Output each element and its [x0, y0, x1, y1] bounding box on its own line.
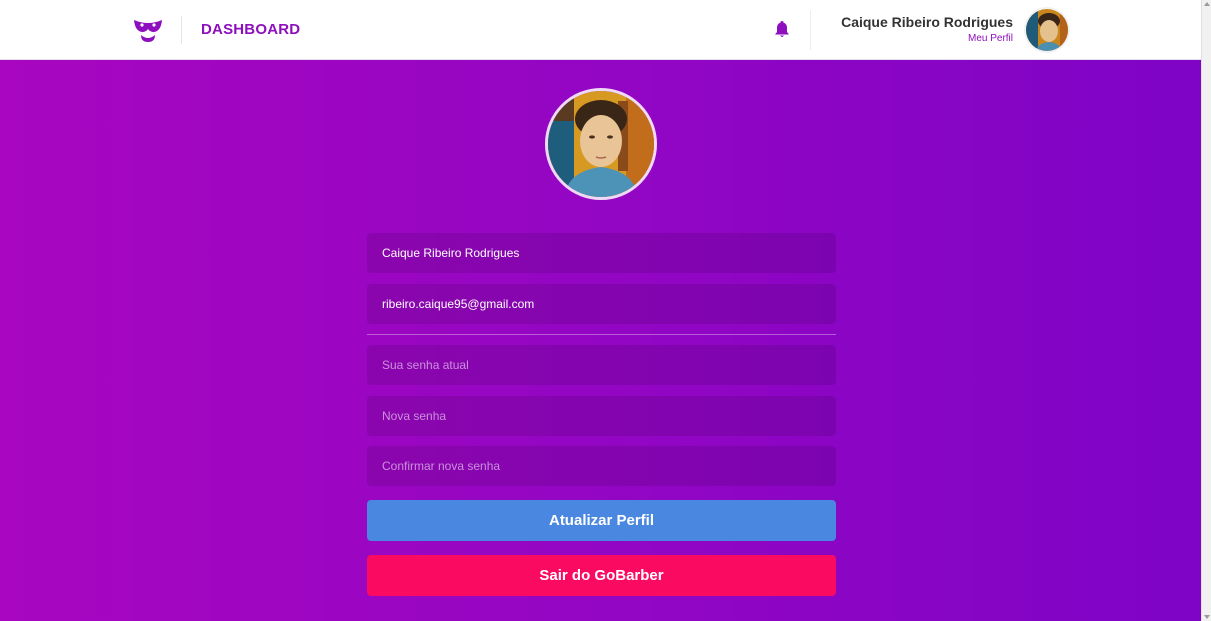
header-divider-right: [810, 10, 811, 50]
top-header: DASHBOARD Caique Ribeiro Rodrigues Meu P…: [0, 0, 1201, 60]
scrollbar[interactable]: [1201, 0, 1211, 621]
logout-button[interactable]: Sair do GoBarber: [367, 555, 836, 596]
scroll-up-icon[interactable]: [1204, 2, 1210, 6]
name-input[interactable]: [367, 233, 836, 273]
bell-icon[interactable]: [774, 20, 790, 38]
confirm-password-input[interactable]: [367, 446, 836, 486]
current-password-input[interactable]: [367, 345, 836, 385]
user-photo: [1026, 9, 1068, 51]
header-divider: [181, 16, 182, 44]
my-profile-link[interactable]: Meu Perfil: [968, 33, 1013, 44]
user-name: Caique Ribeiro Rodrigues: [841, 14, 1013, 30]
avatar[interactable]: [1024, 7, 1070, 53]
new-password-input[interactable]: [367, 396, 836, 436]
mustache-icon[interactable]: [133, 17, 163, 43]
scroll-down-icon[interactable]: [1204, 615, 1210, 619]
dashboard-link[interactable]: DASHBOARD: [201, 21, 300, 38]
form-divider: [367, 334, 836, 335]
update-profile-button[interactable]: Atualizar Perfil: [367, 500, 836, 541]
user-photo: [548, 91, 654, 197]
email-input[interactable]: [367, 284, 836, 324]
profile-avatar[interactable]: [545, 88, 657, 200]
